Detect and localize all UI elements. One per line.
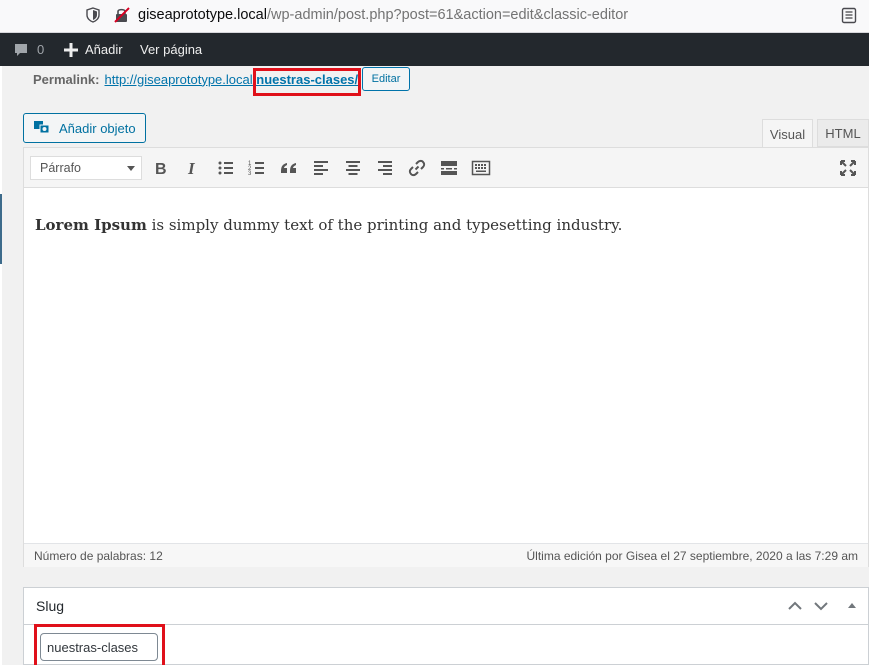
svg-text:I: I xyxy=(187,159,196,178)
adminbar-new-label: Añadir xyxy=(85,42,123,57)
shield-icon[interactable] xyxy=(86,7,100,23)
fullscreen-icon xyxy=(840,160,856,176)
add-media-label: Añadir objeto xyxy=(59,120,136,136)
svg-text:3: 3 xyxy=(248,171,252,177)
adminbar-view-label: Ver página xyxy=(140,42,203,57)
bullet-list-icon xyxy=(218,161,233,175)
slug-metabox-header: Slug xyxy=(24,588,868,625)
format-select[interactable]: Párrafo xyxy=(30,156,142,180)
align-left-button[interactable] xyxy=(310,157,332,179)
media-icon xyxy=(34,121,50,134)
editor-toolbar: Párrafo B I 1 2 3 xyxy=(24,148,868,188)
insecure-lock-icon[interactable] xyxy=(113,6,131,24)
chevron-up-icon[interactable] xyxy=(786,597,804,615)
slug-input-highlight xyxy=(34,624,165,665)
align-right-icon xyxy=(378,161,392,175)
permalink-slug-highlight xyxy=(253,68,361,96)
link-button[interactable] xyxy=(406,157,428,179)
plus-icon xyxy=(64,42,78,57)
italic-button[interactable]: I xyxy=(182,157,204,179)
align-center-icon xyxy=(346,161,360,175)
adminbar-new[interactable]: Añadir xyxy=(64,33,123,66)
align-center-button[interactable] xyxy=(342,157,364,179)
last-edit-info: Última edición por Gisea el 27 septiembr… xyxy=(526,549,858,563)
edit-permalink-button[interactable]: Editar xyxy=(362,67,410,91)
read-more-icon xyxy=(441,161,457,175)
collapse-toggle-icon[interactable] xyxy=(843,597,861,615)
align-left-icon xyxy=(314,161,328,175)
left-edge-mark xyxy=(0,194,2,264)
blockquote-icon xyxy=(281,163,296,173)
browser-url-bar: giseaprototype.local/wp-admin/post.php?p… xyxy=(0,0,869,33)
url-host: giseaprototype.local xyxy=(138,7,267,23)
svg-text:B: B xyxy=(155,161,167,178)
content-bold-text: Lorem Ipsum xyxy=(35,216,147,234)
content-text: is simply dummy text of the printing and… xyxy=(146,216,623,234)
bold-icon: B xyxy=(155,161,167,178)
url-path: /wp-admin/post.php?post=61&action=edit&c… xyxy=(266,7,629,23)
editor: Párrafo B I 1 2 3 Lorem Ipsum is simply … xyxy=(23,147,869,567)
reader-view-icon[interactable] xyxy=(841,7,857,24)
link-icon xyxy=(408,159,426,177)
blockquote-button[interactable] xyxy=(278,157,300,179)
adminbar-comments[interactable]: 0 xyxy=(13,33,44,66)
permalink-label: Permalink: xyxy=(33,71,100,87)
chevron-down-icon[interactable] xyxy=(812,597,830,615)
chevron-down-icon xyxy=(127,166,135,171)
italic-icon: I xyxy=(187,159,196,178)
editor-content[interactable]: Lorem Ipsum is simply dummy text of the … xyxy=(35,216,622,234)
permalink-base: http://giseaprototype.local xyxy=(104,71,253,87)
read-more-button[interactable] xyxy=(438,157,460,179)
comment-icon xyxy=(15,43,27,56)
left-edge xyxy=(0,66,2,665)
tab-visual[interactable]: Visual xyxy=(762,119,813,148)
word-count: Número de palabras: 12 xyxy=(34,549,163,563)
numbered-list-button[interactable]: 1 2 3 xyxy=(246,157,268,179)
format-select-value: Párrafo xyxy=(40,161,81,175)
tab-html[interactable]: HTML xyxy=(817,119,869,147)
comments-count: 0 xyxy=(37,42,45,57)
editor-status-bar: Número de palabras: 12 Última edición po… xyxy=(24,543,868,567)
url-field[interactable]: giseaprototype.local/wp-admin/post.php?p… xyxy=(138,7,628,23)
add-media-button[interactable]: Añadir objeto xyxy=(23,113,146,143)
toolbar-toggle-icon xyxy=(471,160,491,176)
toolbar-toggle-button[interactable] xyxy=(470,157,492,179)
bullet-list-button[interactable] xyxy=(215,157,237,179)
bold-button[interactable]: B xyxy=(150,157,172,179)
fullscreen-button[interactable] xyxy=(837,157,859,179)
admin-bar: 0 Añadir Ver página xyxy=(0,33,869,66)
numbered-list-icon: 1 2 3 xyxy=(248,161,264,177)
adminbar-view-page[interactable]: Ver página xyxy=(140,33,202,66)
align-right-button[interactable] xyxy=(374,157,396,179)
slug-metabox-title: Slug xyxy=(36,598,65,614)
